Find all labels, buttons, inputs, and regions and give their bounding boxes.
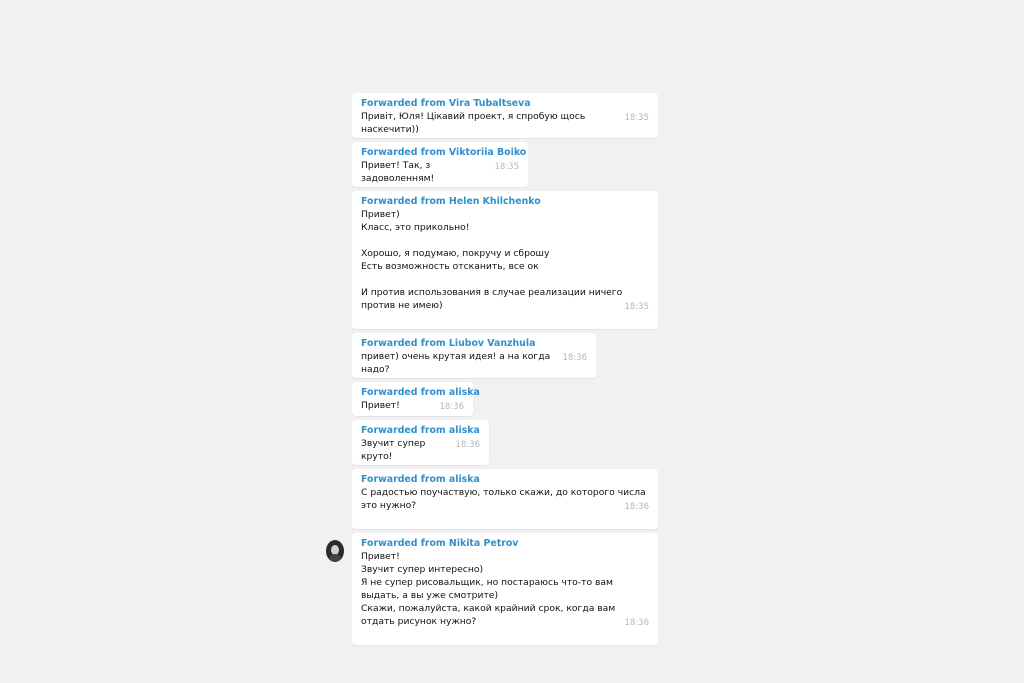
avatar-body-icon bbox=[329, 554, 341, 562]
forwarded-from-label[interactable]: Forwarded from Nikita Petrov bbox=[361, 537, 649, 550]
message-bubble[interactable]: Forwarded from aliska 18:36 Привет! bbox=[352, 382, 480, 416]
message-bubble[interactable]: Forwarded from Vira Tubaltseva 18:35 При… bbox=[352, 93, 658, 138]
forwarded-from-label[interactable]: Forwarded from aliska bbox=[361, 473, 649, 486]
message-bubble[interactable]: Forwarded from Helen Khilchenko Привет) … bbox=[352, 191, 658, 329]
message-time: 18:36 bbox=[562, 353, 588, 363]
message-time: 18:36 bbox=[455, 440, 481, 450]
message-bubble[interactable]: Forwarded from Viktoriia Boiko 18:35 При… bbox=[352, 142, 528, 187]
message-bubble[interactable]: Forwarded from Nikita Petrov Привет! Зву… bbox=[352, 533, 658, 645]
message-text: Привіт, Юля! Цікавий проект, я спробую щ… bbox=[361, 111, 589, 135]
message-text: С радостью поучаствую, только скажи, до … bbox=[361, 487, 649, 511]
message-bubble[interactable]: Forwarded from aliska С радостью поучаст… bbox=[352, 469, 658, 529]
message-time: 18:35 bbox=[494, 162, 520, 172]
message-time: 18:36 bbox=[624, 618, 650, 628]
forwarded-from-label[interactable]: Forwarded from aliska bbox=[361, 424, 480, 437]
sender-avatar[interactable] bbox=[326, 540, 344, 562]
message-text: Привет) Класс, это прикольно! Хорошо, я … bbox=[361, 209, 623, 311]
message-time: 18:36 bbox=[624, 502, 650, 512]
message-time: 18:36 bbox=[439, 402, 465, 412]
forwarded-from-label[interactable]: Forwarded from aliska bbox=[361, 386, 480, 399]
message-list: Forwarded from Vira Tubaltseva 18:35 При… bbox=[352, 93, 662, 649]
message-text: привет) очень крутая идея! а на когда на… bbox=[361, 351, 554, 375]
message-time: 18:35 bbox=[624, 302, 650, 312]
forwarded-from-label[interactable]: Forwarded from Liubov Vanzhula bbox=[361, 337, 587, 350]
message-bubble[interactable]: Forwarded from Liubov Vanzhula 18:36 при… bbox=[352, 333, 596, 378]
forwarded-from-label[interactable]: Forwarded from Viktoriia Boiko bbox=[361, 146, 526, 159]
message-bubble[interactable]: Forwarded from aliska 18:36 Звучит супер… bbox=[352, 420, 489, 465]
message-text: Привет! Звучит супер интересно) Я не суп… bbox=[361, 551, 616, 627]
forwarded-from-label[interactable]: Forwarded from Vira Tubaltseva bbox=[361, 97, 649, 110]
forwarded-from-label[interactable]: Forwarded from Helen Khilchenko bbox=[361, 195, 649, 208]
message-time: 18:35 bbox=[624, 113, 650, 123]
